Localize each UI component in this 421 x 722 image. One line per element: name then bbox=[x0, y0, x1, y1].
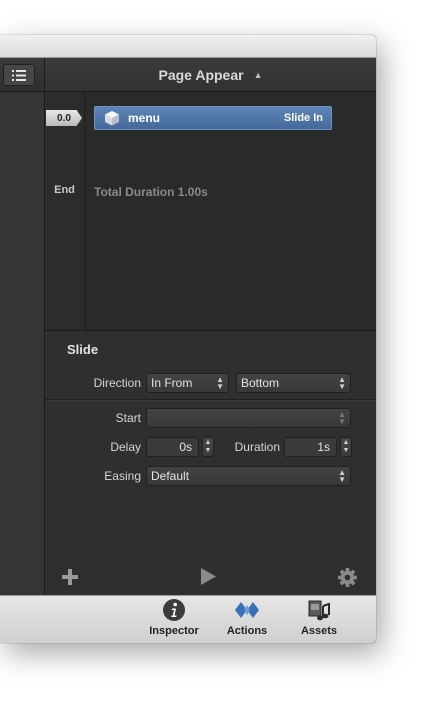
tab-actions[interactable]: Actions bbox=[212, 598, 282, 642]
inspector-toolbar bbox=[45, 558, 376, 595]
action-type: Slide In bbox=[283, 112, 323, 124]
duration-field[interactable]: 1s bbox=[284, 437, 337, 457]
list-view-button[interactable] bbox=[3, 64, 35, 86]
left-panel bbox=[0, 58, 45, 595]
updown-arrows-icon: ▲ bbox=[253, 69, 263, 80]
tab-inspector[interactable]: Inspector bbox=[139, 598, 209, 642]
easing-value: Default bbox=[151, 469, 190, 483]
duration-label: Duration bbox=[234, 440, 280, 454]
divider bbox=[45, 399, 376, 400]
assets-icon bbox=[308, 600, 330, 621]
select-arrows-icon: ▲ ▼ bbox=[338, 375, 346, 391]
direction-mode-select[interactable]: In From ▲ ▼ bbox=[146, 373, 229, 393]
select-arrows-icon: ▲ ▼ bbox=[216, 375, 224, 391]
time-column: 0.0 End bbox=[45, 92, 85, 330]
trigger-selector[interactable]: Page Appear ▲ bbox=[45, 58, 376, 92]
action-inspector: Slide Direction In From ▲ ▼ Bottom ▲ ▼ Sta… bbox=[45, 331, 376, 595]
easing-select[interactable]: Default ▲ ▼ bbox=[146, 466, 351, 486]
tab-bar: Inspector Actions Assets bbox=[0, 595, 376, 643]
list-icon bbox=[12, 69, 26, 81]
duration-stepper[interactable]: ▲ ▼ bbox=[340, 437, 352, 457]
window-titlebar bbox=[0, 35, 376, 58]
easing-label: Easing bbox=[104, 469, 141, 483]
start-time-marker[interactable]: 0.0 bbox=[46, 110, 82, 126]
section-title: Slide bbox=[67, 342, 99, 357]
tab-label: Assets bbox=[300, 625, 338, 637]
timeline: 0.0 End menu Slide In Total Duration 1.0… bbox=[45, 92, 376, 331]
tab-label: Actions bbox=[226, 625, 268, 637]
direction-mode-value: In From bbox=[151, 376, 193, 390]
tab-assets[interactable]: Assets bbox=[284, 598, 354, 642]
play-icon[interactable] bbox=[200, 568, 216, 585]
left-toolbar bbox=[0, 58, 44, 92]
actions-panel: Page Appear ▲ 0.0 End menu Slide In Tota… bbox=[45, 58, 376, 595]
select-arrows-icon: ▲ ▼ bbox=[338, 468, 346, 484]
gear-icon[interactable] bbox=[338, 568, 357, 587]
info-icon bbox=[163, 599, 185, 621]
delay-field[interactable]: 0s bbox=[146, 437, 199, 457]
tab-label: Inspector bbox=[149, 625, 199, 637]
delay-label: Delay bbox=[110, 440, 141, 454]
add-icon[interactable] bbox=[62, 569, 78, 585]
timeline-action-item[interactable]: menu Slide In bbox=[94, 106, 332, 130]
app-window: Page Appear ▲ 0.0 End menu Slide In Tota… bbox=[0, 35, 376, 643]
actions-icon bbox=[235, 602, 259, 618]
start-label: Start bbox=[115, 411, 141, 425]
end-label: End bbox=[54, 184, 75, 196]
direction-side-select[interactable]: Bottom ▲ ▼ bbox=[236, 373, 351, 393]
total-duration: Total Duration 1.00s bbox=[94, 185, 208, 199]
action-target-name: menu bbox=[128, 111, 161, 125]
delay-stepper[interactable]: ▲ ▼ bbox=[202, 437, 214, 457]
direction-label: Direction bbox=[93, 376, 141, 390]
direction-side-value: Bottom bbox=[241, 376, 280, 390]
select-arrows-icon: ▲ ▼ bbox=[338, 410, 346, 426]
cube-icon bbox=[105, 111, 119, 126]
start-select[interactable]: ▲ ▼ bbox=[146, 408, 351, 428]
trigger-title: Page Appear bbox=[158, 66, 244, 83]
